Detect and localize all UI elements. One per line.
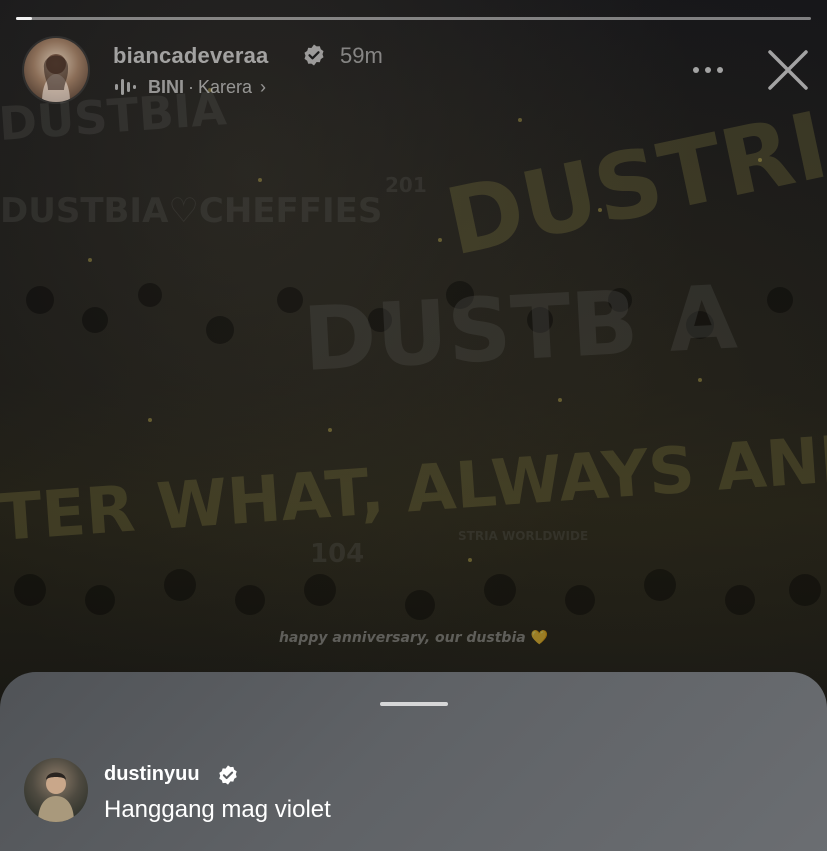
- banner-text-center: DUSTB A: [301, 265, 740, 391]
- reply-message: Hanggang mag violet: [104, 796, 331, 823]
- close-icon[interactable]: [766, 48, 810, 92]
- story-progress-fill: [16, 17, 32, 20]
- music-attribution[interactable]: BINI · Karera ›: [114, 75, 266, 99]
- banner-slogan: TER WHAT, ALWAYS AND FOREV: [0, 403, 827, 556]
- story-header: biancadeveraa 59m BINI · Karera ›: [24, 38, 814, 104]
- banner-number-small: 201: [385, 173, 427, 197]
- music-artist: BINI: [148, 76, 184, 97]
- verified-badge-icon: [304, 44, 324, 66]
- avatar[interactable]: [24, 38, 88, 102]
- music-song: Karera: [198, 76, 253, 97]
- story-viewer: DUSTBIA DUSTBIA♡CHEFFIES DUSTRIA 201 DUS…: [0, 0, 827, 851]
- story-caption: happy anniversary, our dustbia 💛: [0, 630, 827, 646]
- banner-worldwide: STRIA WORLDWIDE: [458, 529, 588, 543]
- verified-badge-icon: [219, 765, 237, 785]
- audio-bars-icon: [115, 79, 136, 95]
- story-username[interactable]: biancadeveraa: [113, 43, 268, 69]
- section-number: 104: [310, 539, 364, 569]
- yellow-heart-icon: 💛: [530, 630, 549, 646]
- music-separator: ·: [188, 76, 194, 97]
- sheet-drag-handle[interactable]: [380, 702, 448, 706]
- story-timestamp: 59m: [340, 43, 383, 68]
- chevron-right-icon: ›: [260, 76, 267, 97]
- reply-username[interactable]: dustinyuu: [104, 763, 200, 786]
- reply-avatar[interactable]: [24, 758, 88, 822]
- caption-text: happy anniversary, our dustbia: [278, 630, 526, 646]
- more-horizontal-icon[interactable]: [691, 58, 725, 82]
- banner-text-right: DUSTRIA: [437, 77, 827, 277]
- banner-text-left: DUSTBIA♡CHEFFIES: [0, 191, 382, 231]
- story-progress-bar: [16, 17, 811, 20]
- reply-sheet[interactable]: dustinyuu Hanggang mag violet: [0, 672, 827, 851]
